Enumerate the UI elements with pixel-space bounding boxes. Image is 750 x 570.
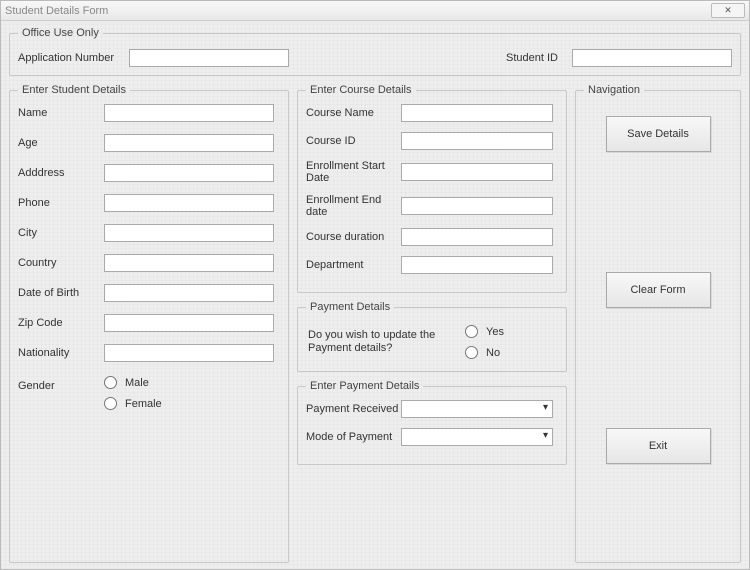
name-input[interactable] bbox=[104, 104, 274, 122]
payq-no-radio[interactable] bbox=[465, 346, 478, 359]
enroll-end-input[interactable] bbox=[401, 197, 553, 215]
gender-male-radio[interactable] bbox=[104, 376, 117, 389]
navigation-group: Navigation Save Details Clear Form Exit bbox=[575, 84, 741, 563]
course-details-group: Enter Course Details Course Name Course … bbox=[297, 84, 567, 293]
enroll-start-input[interactable] bbox=[401, 163, 553, 181]
student-details-group: Enter Student Details Name Age Adddress bbox=[9, 84, 289, 563]
address-label: Adddress bbox=[18, 167, 104, 179]
age-input[interactable] bbox=[104, 134, 274, 152]
payment-received-label: Payment Received bbox=[306, 403, 401, 415]
gender-male-option[interactable]: Male bbox=[104, 376, 162, 389]
department-label: Department bbox=[306, 259, 401, 271]
country-input[interactable] bbox=[104, 254, 274, 272]
phone-input[interactable] bbox=[104, 194, 274, 212]
city-input[interactable] bbox=[104, 224, 274, 242]
payq-yes-label: Yes bbox=[486, 326, 504, 338]
payment-question-group: Payment Details Do you wish to update th… bbox=[297, 301, 567, 372]
payment-question-legend: Payment Details bbox=[306, 301, 394, 313]
dob-label: Date of Birth bbox=[18, 287, 104, 299]
payment-received-select[interactable] bbox=[401, 400, 553, 418]
application-number-label: Application Number bbox=[18, 52, 123, 64]
course-name-input[interactable] bbox=[401, 104, 553, 122]
dob-input[interactable] bbox=[104, 284, 274, 302]
mode-of-payment-select[interactable] bbox=[401, 428, 553, 446]
gender-female-option[interactable]: Female bbox=[104, 397, 162, 410]
course-details-legend: Enter Course Details bbox=[306, 84, 416, 96]
department-input[interactable] bbox=[401, 256, 553, 274]
payment-question-text: Do you wish to update the Payment detail… bbox=[308, 329, 453, 355]
close-button[interactable]: ✕ bbox=[711, 3, 745, 18]
gender-female-label: Female bbox=[125, 398, 162, 410]
course-id-label: Course ID bbox=[306, 135, 401, 147]
office-use-legend: Office Use Only bbox=[18, 27, 103, 39]
save-details-button[interactable]: Save Details bbox=[606, 116, 711, 152]
gender-male-label: Male bbox=[125, 377, 149, 389]
nationality-label: Nationality bbox=[18, 347, 104, 359]
enroll-start-label: Enrollment Start Date bbox=[306, 160, 401, 184]
country-label: Country bbox=[18, 257, 104, 269]
application-number-input[interactable] bbox=[129, 49, 289, 67]
payq-no-option[interactable]: No bbox=[465, 346, 504, 359]
payq-yes-radio[interactable] bbox=[465, 325, 478, 338]
age-label: Age bbox=[18, 137, 104, 149]
course-id-input[interactable] bbox=[401, 132, 553, 150]
gender-female-radio[interactable] bbox=[104, 397, 117, 410]
address-input[interactable] bbox=[104, 164, 274, 182]
form-body: Office Use Only Application Number Stude… bbox=[1, 21, 749, 569]
window-title: Student Details Form bbox=[5, 5, 711, 17]
course-name-label: Course Name bbox=[306, 107, 401, 119]
payq-no-label: No bbox=[486, 347, 500, 359]
phone-label: Phone bbox=[18, 197, 104, 209]
course-duration-label: Course duration bbox=[306, 231, 401, 243]
city-label: City bbox=[18, 227, 104, 239]
payment-details-group: Enter Payment Details Payment Received M… bbox=[297, 380, 567, 465]
office-use-group: Office Use Only Application Number Stude… bbox=[9, 27, 741, 76]
zip-label: Zip Code bbox=[18, 317, 104, 329]
name-label: Name bbox=[18, 107, 104, 119]
mode-of-payment-label: Mode of Payment bbox=[306, 431, 401, 443]
exit-button[interactable]: Exit bbox=[606, 428, 711, 464]
nationality-input[interactable] bbox=[104, 344, 274, 362]
student-id-label: Student ID bbox=[506, 52, 566, 64]
navigation-legend: Navigation bbox=[584, 84, 644, 96]
student-details-legend: Enter Student Details bbox=[18, 84, 130, 96]
payment-details-legend: Enter Payment Details bbox=[306, 380, 423, 392]
app-window: Student Details Form ✕ Office Use Only A… bbox=[0, 0, 750, 570]
close-icon: ✕ bbox=[724, 5, 732, 16]
course-duration-input[interactable] bbox=[401, 228, 553, 246]
titlebar: Student Details Form ✕ bbox=[1, 1, 749, 21]
clear-form-button[interactable]: Clear Form bbox=[606, 272, 711, 308]
zip-input[interactable] bbox=[104, 314, 274, 332]
enroll-end-label: Enrollment End date bbox=[306, 194, 401, 218]
gender-label: Gender bbox=[18, 374, 104, 392]
student-id-input[interactable] bbox=[572, 49, 732, 67]
payq-yes-option[interactable]: Yes bbox=[465, 325, 504, 338]
